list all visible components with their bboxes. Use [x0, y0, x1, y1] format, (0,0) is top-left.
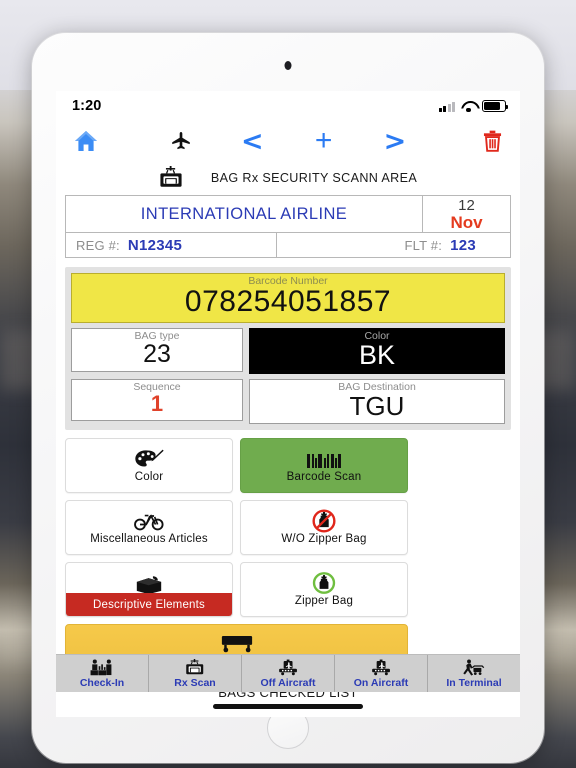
barcode-scan-button[interactable]: Barcode Scan [240, 438, 408, 493]
barcode-icon [307, 448, 341, 470]
flight-number-label: FLT #: [404, 237, 443, 253]
tab-in-terminal-label: In Terminal [446, 676, 502, 689]
tab-rx-scan-label: Rx Scan [174, 676, 216, 689]
flight-number-value: 123 [450, 236, 476, 254]
battery-icon [482, 100, 509, 112]
bottom-tab-bar: Check-In Rx Scan Off Aircraft On Aircraf… [56, 654, 520, 692]
status-bar: 1:20 [56, 91, 520, 121]
bag-type-value: 23 [143, 340, 171, 368]
status-time: 1:20 [72, 98, 102, 114]
tab-in-terminal[interactable]: In Terminal [428, 655, 520, 692]
tab-off-aircraft-label: Off Aircraft [260, 676, 316, 689]
tab-check-in-label: Check-In [79, 676, 125, 689]
home-indicator-bar[interactable] [213, 704, 363, 709]
tab-check-in[interactable]: Check-In [56, 655, 149, 692]
bicycle-icon [134, 510, 164, 532]
delete-button[interactable] [431, 130, 502, 152]
home-button[interactable] [74, 130, 145, 152]
xray-scanner-icon [185, 658, 205, 676]
color-button-label: Color [134, 471, 164, 483]
bag-off-aircraft-icon [276, 659, 300, 676]
flight-date-day: 12 [458, 196, 475, 214]
barcode-number-field[interactable]: Barcode Number 078254051857 [71, 273, 505, 323]
page-title-row: BAG Rx SECURITY SCANN AREA [56, 161, 520, 195]
add-button[interactable]: + [288, 126, 359, 156]
zipper-bag-icon [312, 572, 336, 594]
bag-data-panel: Barcode Number 078254051857 BAG type 23 … [65, 267, 511, 430]
tablet-device-frame: 1:20 < + > BAG Rx SECURITY SCANN AREA IN… [32, 33, 544, 763]
descriptive-elements-banner: Descriptive Elements [66, 593, 232, 616]
app-toolbar: < + > [56, 121, 520, 161]
zipper-bag-button-label: Zipper Bag [294, 595, 354, 607]
wifi-icon [461, 101, 476, 113]
next-button[interactable]: > [359, 128, 430, 155]
app-screen: 1:20 < + > BAG Rx SECURITY SCANN AREA IN… [56, 91, 520, 717]
cellular-signal-icon [438, 101, 455, 112]
registration-field[interactable]: REG #: N12345 [66, 233, 276, 257]
no-zipper-bag-icon [312, 509, 336, 533]
bag-panel-row-1: BAG type 23 Color BK [71, 328, 505, 374]
next-icon: > [383, 125, 407, 157]
package-box-icon [134, 573, 164, 595]
bag-type-field[interactable]: BAG type 23 [71, 328, 243, 372]
previous-icon: < [241, 125, 264, 157]
bag-color-value: BK [358, 340, 396, 370]
add-icon: + [314, 124, 333, 157]
sequence-value: 1 [150, 391, 164, 416]
barcode-number-value: 078254051857 [184, 285, 392, 318]
tab-rx-scan[interactable]: Rx Scan [149, 655, 242, 692]
delete-icon [483, 130, 502, 152]
barcode-scan-button-label: Barcode Scan [286, 471, 362, 483]
bag-destination-value: TGU [349, 391, 405, 421]
tab-off-aircraft[interactable]: Off Aircraft [242, 655, 335, 692]
wo-zipper-bag-button[interactable]: W/O Zipper Bag [240, 500, 408, 555]
registration-value: N12345 [127, 236, 183, 254]
miscellaneous-articles-button[interactable]: Miscellaneous Articles [65, 500, 233, 555]
status-indicators [438, 100, 509, 113]
miscellaneous-articles-button-label: Miscellaneous Articles [90, 533, 208, 545]
tab-on-aircraft[interactable]: On Aircraft [335, 655, 428, 692]
flight-header-card: INTERNATIONAL AIRLINE 12 Nov REG #: N123… [65, 195, 511, 258]
flight-button[interactable] [145, 130, 216, 152]
flight-header-top: INTERNATIONAL AIRLINE 12 Nov [66, 196, 510, 232]
front-camera-icon [284, 61, 292, 70]
paint-palette-icon [134, 448, 164, 470]
check-in-counter-icon [90, 659, 114, 676]
bag-panel-row-2: Sequence 1 BAG Destination TGU [71, 379, 505, 424]
action-button-grid: Color Barcode Scan Miscellaneous Article… [65, 438, 511, 678]
registration-label: REG #: [76, 237, 120, 253]
color-button[interactable]: Color [65, 438, 233, 493]
flight-number-field[interactable]: FLT #: 123 [275, 233, 511, 257]
sequence-field[interactable]: Sequence 1 [71, 379, 243, 421]
zipper-bag-button[interactable]: Zipper Bag [240, 562, 408, 617]
porter-cart-icon [462, 658, 486, 676]
previous-button[interactable]: < [217, 128, 288, 155]
airline-name[interactable]: INTERNATIONAL AIRLINE [66, 196, 422, 232]
tab-on-aircraft-label: On Aircraft [353, 676, 409, 689]
baggage-cart-icon [220, 632, 254, 654]
bag-destination-field[interactable]: BAG Destination TGU [249, 379, 505, 424]
descriptive-elements-button-label: Descriptive Elements [92, 598, 205, 611]
xray-scanner-icon [159, 166, 183, 189]
home-icon [74, 130, 98, 152]
flight-date[interactable]: 12 Nov [422, 196, 510, 232]
airplane-icon [169, 130, 193, 152]
descriptive-elements-button[interactable]: Descriptive Elements [65, 562, 233, 617]
page-title: BAG Rx SECURITY SCANN AREA [210, 170, 418, 185]
flight-date-month: Nov [450, 212, 483, 232]
bag-on-aircraft-icon [369, 659, 393, 676]
wo-zipper-bag-button-label: W/O Zipper Bag [281, 533, 367, 545]
flight-header-bottom: REG #: N12345 FLT #: 123 [66, 232, 510, 257]
bag-color-field[interactable]: Color BK [249, 328, 505, 374]
